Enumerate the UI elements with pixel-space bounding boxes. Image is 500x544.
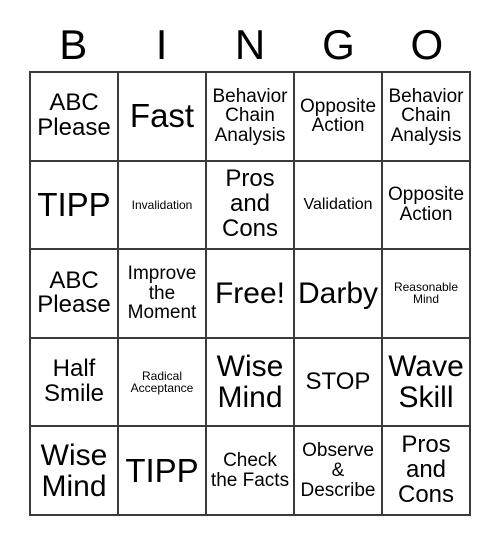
bingo-cell[interactable]: TIPP [119,427,207,516]
bingo-cell[interactable]: ABC Please [31,73,119,162]
bingo-cell-label: TIPP [37,185,111,223]
bingo-cell-label: Behavior Chain Analysis [212,85,288,147]
bingo-cell-label: Free! [214,276,286,310]
bingo-cell-label: Pros and Cons [397,431,455,509]
bingo-cell[interactable]: Fast [119,73,207,162]
bingo-cell[interactable]: Opposite Action [383,161,471,251]
bingo-cell-label: Reasonable Mind [393,280,459,307]
bingo-cell-label: Invalidation [131,197,193,212]
bingo-grid: ABC Please Fast Behavior Chain Analysis … [29,71,471,516]
bingo-cell[interactable]: Wave Skill [383,338,471,428]
bingo-cell[interactable]: Wise Mind [207,338,295,428]
bingo-cell-label: Fast [129,97,195,135]
bingo-cell[interactable]: Behavior Chain Analysis [207,73,295,162]
bingo-cell[interactable]: Check the Facts [207,427,295,516]
bingo-cell-label: Radical Acceptance [130,368,194,396]
bingo-card: B I N G O ABC Please Fast Behavior Chain… [0,0,500,544]
bingo-header-row: B I N G O [29,18,471,71]
bingo-cell[interactable]: TIPP [31,161,119,251]
bingo-header-letter-i: I [155,20,168,68]
bingo-cell[interactable]: ABC Please [31,250,119,339]
bingo-cell[interactable]: Half Smile [31,338,119,428]
bingo-cell-label: Wise Mind [216,349,284,415]
bingo-cell[interactable]: Pros and Cons [383,427,471,516]
bingo-cell[interactable]: Radical Acceptance [119,338,207,428]
bingo-cell[interactable]: Invalidation [119,161,207,251]
bingo-cell-label: Opposite Action [387,184,465,225]
bingo-cell-label: Observe & Describe [300,440,376,501]
bingo-cell-label: Wave Skill [388,349,464,415]
bingo-header-letter-b: B [59,20,88,68]
bingo-cell[interactable]: Behavior Chain Analysis [383,73,471,162]
bingo-cell[interactable]: STOP [295,338,383,428]
bingo-cell[interactable]: Darby [295,250,383,339]
bingo-header-letter-g: G [322,20,355,68]
bingo-header-letter-n: N [234,20,266,68]
bingo-cell-label: Wise Mind [40,438,108,503]
bingo-cell[interactable]: Opposite Action [295,73,383,162]
bingo-cell-label: Behavior Chain Analysis [388,85,464,147]
bingo-header-letter-o: O [410,20,444,68]
bingo-cell-label: Half Smile [43,355,104,408]
bingo-cell[interactable]: Pros and Cons [207,161,295,251]
bingo-cell-label: Check the Facts [210,449,290,491]
bingo-cell-label: ABC Please [37,266,111,319]
bingo-cell[interactable]: Validation [295,161,383,251]
bingo-cell-label: Pros and Cons [221,165,279,243]
bingo-cell[interactable]: Improve the Moment [119,250,207,339]
bingo-cell[interactable]: Reasonable Mind [383,250,471,339]
bingo-cell-label: Opposite Action [299,95,377,137]
bingo-cell[interactable]: Wise Mind [31,427,119,516]
bingo-cell[interactable]: Observe & Describe [295,427,383,516]
bingo-cell-label: ABC Please [37,89,111,142]
bingo-cell-label: Validation [303,195,373,213]
bingo-cell-label: STOP [305,367,371,395]
bingo-cell-label: Darby [297,276,379,310]
bingo-cell-label: TIPP [125,451,199,489]
bingo-cell-label: Improve the Moment [127,262,197,324]
bingo-cell-free-space[interactable]: Free! [207,250,295,339]
